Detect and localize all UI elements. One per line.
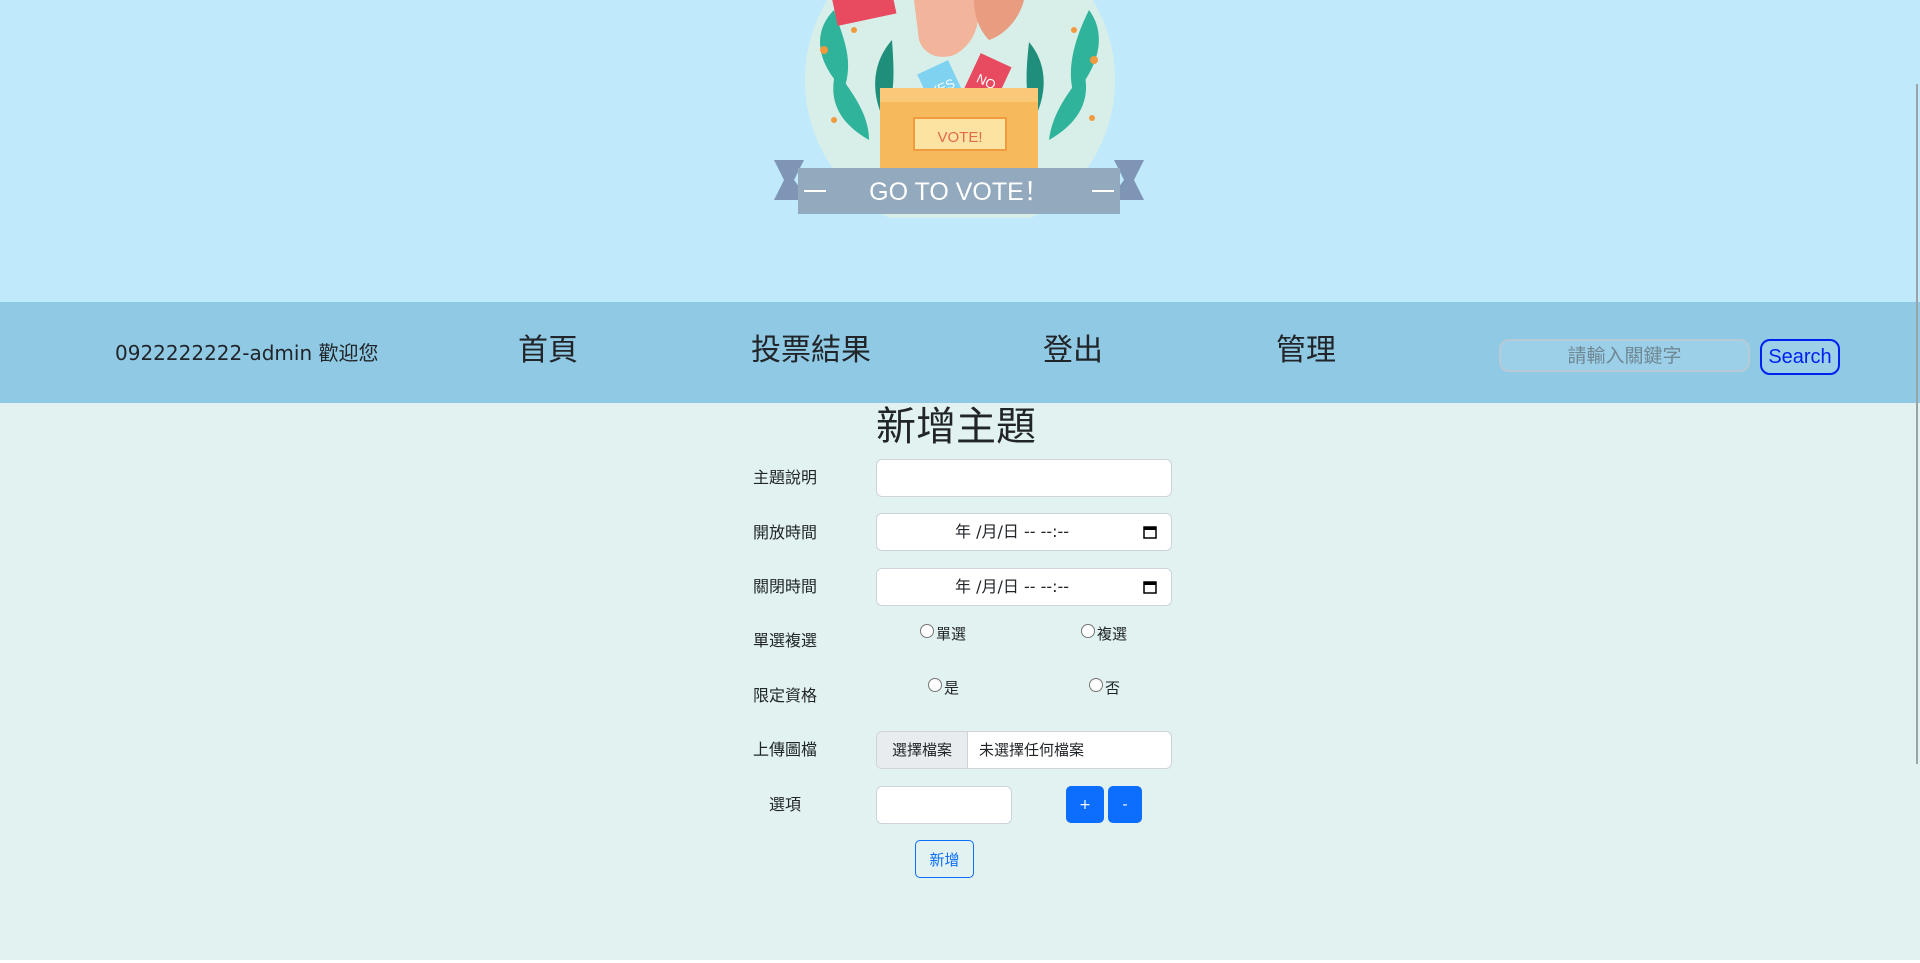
radio-single[interactable] <box>920 624 934 638</box>
label-option: 選項 <box>769 795 802 814</box>
nav-link-vote-results[interactable]: 投票結果 <box>751 331 871 371</box>
page-scrollbar[interactable] <box>1916 84 1918 764</box>
nav-link-home[interactable]: 首頁 <box>518 331 578 371</box>
page-title: 新增主題 <box>876 404 1036 450</box>
nav-link-manage[interactable]: 管理 <box>1276 331 1336 371</box>
radio-restrict-no-label: 否 <box>1105 679 1121 697</box>
close-time-input[interactable]: 年 /月/日 -- --:-- <box>876 568 1172 606</box>
open-time-input[interactable]: 年 /月/日 -- --:-- <box>876 513 1172 551</box>
subject-input[interactable] <box>876 459 1172 497</box>
header-banner: YES NO VOTE! GO TO VOTE！ <box>0 0 1920 302</box>
radio-restrict-yes-label: 是 <box>944 679 960 697</box>
label-upload: 上傳圖檔 <box>753 740 818 759</box>
submit-button[interactable]: 新增 <box>915 840 974 878</box>
vote-logo: YES NO VOTE! GO TO VOTE！ <box>774 0 1144 218</box>
file-status: 未選擇任何檔案 <box>979 741 1085 759</box>
label-open-time: 開放時間 <box>753 523 818 542</box>
calendar-icon[interactable] <box>1143 525 1157 539</box>
svg-text:GO TO VOTE！: GO TO VOTE！ <box>869 178 1049 206</box>
radio-restrict-yes[interactable] <box>928 678 942 692</box>
label-subject: 主題說明 <box>753 468 818 487</box>
choose-file-button[interactable]: 選擇檔案 <box>877 732 968 768</box>
label-restrict: 限定資格 <box>753 686 818 705</box>
radio-multiple[interactable] <box>1081 624 1095 638</box>
nav-link-logout[interactable]: 登出 <box>1043 331 1103 371</box>
remove-option-button[interactable]: - <box>1108 786 1142 823</box>
option-input[interactable] <box>876 786 1012 824</box>
radio-restrict-no[interactable] <box>1089 678 1103 692</box>
label-close-time: 關閉時間 <box>753 577 818 596</box>
file-upload-input[interactable]: 選擇檔案 未選擇任何檔案 <box>876 731 1172 769</box>
search-button[interactable]: Search <box>1760 339 1840 375</box>
open-time-value: 年 /月/日 -- --:-- <box>955 522 1070 541</box>
welcome-text: 0922222222-admin 歡迎您 <box>115 341 379 365</box>
close-time-value: 年 /月/日 -- --:-- <box>955 577 1070 596</box>
label-select-type: 單選複選 <box>753 631 818 650</box>
search-input[interactable] <box>1499 339 1750 372</box>
radio-multiple-label: 複選 <box>1097 625 1128 643</box>
calendar-icon[interactable] <box>1143 580 1157 594</box>
svg-text:VOTE!: VOTE! <box>937 129 982 146</box>
add-option-button[interactable]: + <box>1066 786 1104 823</box>
radio-single-label: 單選 <box>936 625 967 643</box>
